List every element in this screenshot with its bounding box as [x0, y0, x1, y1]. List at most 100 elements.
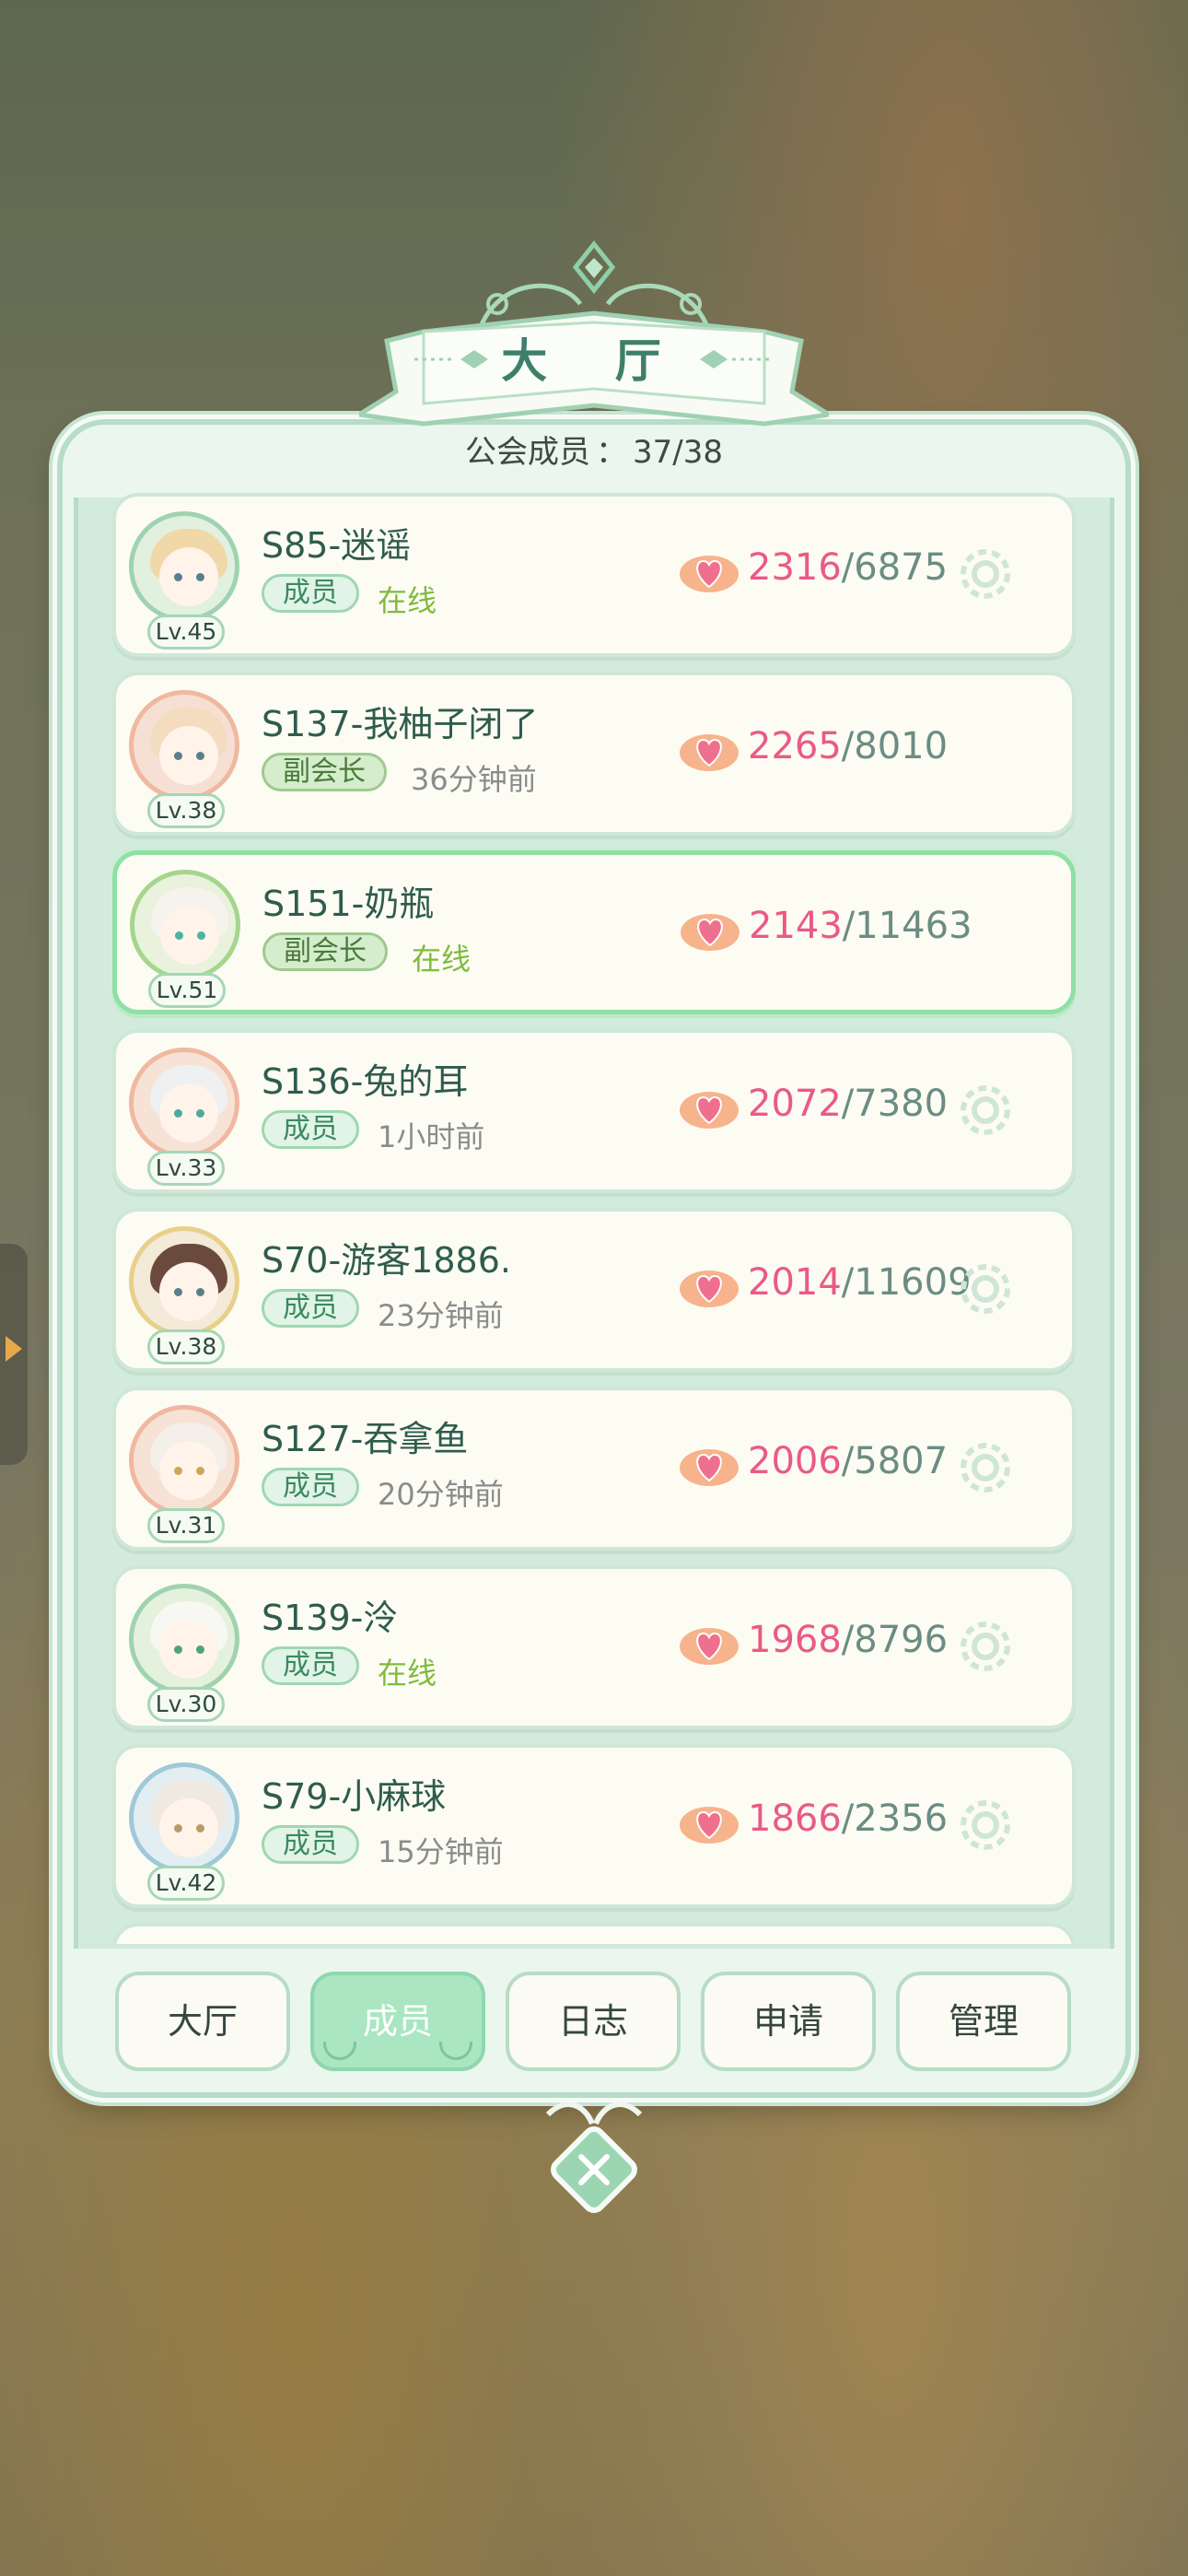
member-score: 2143/11463 — [749, 905, 973, 947]
member-card[interactable]: Lv.33 S136-兔的耳 成员 1小时前 2072/7380 — [112, 1029, 1076, 1193]
member-role-badge: 成员 — [262, 1468, 359, 1506]
member-name: S127-吞拿鱼 — [262, 1419, 469, 1459]
member-count-value: 37/38 — [633, 434, 723, 471]
member-level: Lv.30 — [147, 1687, 225, 1722]
member-name: S137-我柚子闭了 — [262, 704, 539, 744]
leaf-decoration-icon — [323, 2042, 356, 2060]
avatar — [129, 1048, 239, 1158]
tab-manage[interactable]: 管理 — [896, 1972, 1071, 2071]
member-list[interactable]: Lv.45 S85-迷谣 成员 在线 2316/6875 Lv.38 S137-… — [112, 493, 1076, 1944]
score-max: /8010 — [841, 725, 949, 767]
heart-icon — [680, 1092, 739, 1129]
tab-members-label: 成员 — [362, 2001, 433, 2042]
member-card[interactable]: Lv.42 S79-小麻球 成员 15分钟前 1866/2356 — [112, 1744, 1076, 1908]
member-score: 2316/6875 — [748, 546, 948, 589]
tab-hall[interactable]: 大厅 — [115, 1972, 290, 2071]
close-button[interactable] — [539, 2096, 649, 2225]
member-score: 2265/8010 — [748, 725, 948, 767]
score-max: /2356 — [841, 1797, 949, 1840]
member-level: Lv.31 — [147, 1508, 225, 1543]
avatar — [129, 1584, 239, 1694]
side-drawer-handle[interactable] — [0, 1244, 28, 1465]
tab-log[interactable]: 日志 — [506, 1972, 681, 2071]
heart-icon — [681, 914, 740, 951]
score-current: 2316 — [748, 546, 842, 589]
member-card[interactable]: Lv.45 S85-迷谣 成员 在线 2316/6875 — [112, 493, 1076, 657]
member-role-badge: 成员 — [262, 1825, 359, 1864]
window-title: 大 厅 — [501, 334, 687, 388]
member-card[interactable]: Lv.38 S137-我柚子闭了 副会长 36分钟前 2265/8010 — [112, 672, 1076, 836]
heart-icon — [680, 1628, 739, 1665]
side-arrow-icon — [6, 1336, 22, 1362]
member-status: 20分钟前 — [378, 1477, 504, 1512]
member-card[interactable]: Lv.30 S139-泠 成员 在线 1968/8796 — [112, 1565, 1076, 1729]
gear-icon[interactable] — [956, 1438, 1015, 1497]
heart-icon — [680, 1807, 739, 1844]
member-status: 1小时前 — [378, 1119, 485, 1154]
member-role-badge: 副会长 — [262, 932, 388, 971]
member-level: Lv.33 — [147, 1151, 225, 1186]
tab-bar: 大厅 成员 日志 申请 管理 — [115, 1972, 1073, 2075]
tab-members[interactable]: 成员 — [310, 1972, 485, 2071]
member-level: Lv.42 — [147, 1866, 225, 1901]
score-current: 2143 — [749, 905, 843, 947]
avatar — [130, 870, 240, 980]
leaf-decoration-icon — [439, 2042, 472, 2060]
avatar — [129, 1762, 239, 1873]
member-status: 在线 — [412, 942, 472, 977]
member-status: 36分钟前 — [411, 762, 537, 797]
member-card[interactable]: Lv.38 S70-游客1886. 成员 23分钟前 2014/11609 — [112, 1208, 1076, 1372]
score-max: /5807 — [841, 1440, 949, 1482]
member-status: 在线 — [378, 583, 437, 618]
member-score: 2072/7380 — [748, 1083, 948, 1125]
member-status: 23分钟前 — [378, 1298, 504, 1333]
score-max: /7380 — [841, 1083, 949, 1125]
avatar — [129, 1405, 239, 1516]
score-current: 2006 — [748, 1440, 842, 1482]
score-current: 2072 — [748, 1083, 842, 1125]
member-level: Lv.51 — [148, 973, 226, 1008]
gear-icon[interactable] — [956, 1259, 1015, 1318]
gear-icon[interactable] — [956, 544, 1015, 603]
member-role-badge: 成员 — [262, 574, 359, 613]
heart-icon — [680, 1270, 739, 1307]
member-status: 15分钟前 — [378, 1834, 504, 1869]
member-level: Lv.38 — [147, 1329, 225, 1364]
member-card-partial[interactable] — [112, 1923, 1076, 1944]
member-name: S85-迷谣 — [262, 525, 412, 566]
member-count: 公会成员： 37/38 — [0, 427, 1188, 472]
score-current: 1866 — [748, 1797, 842, 1840]
score-current: 1968 — [748, 1619, 842, 1661]
member-level: Lv.38 — [147, 793, 225, 828]
member-score: 2014/11609 — [748, 1261, 972, 1304]
member-count-separator: ： — [596, 434, 627, 471]
member-name: S151-奶瓶 — [262, 884, 435, 924]
score-max: /8796 — [841, 1619, 949, 1661]
member-score: 2006/5807 — [748, 1440, 948, 1482]
member-level: Lv.45 — [147, 615, 225, 650]
member-card-highlighted[interactable]: Lv.51 S151-奶瓶 副会长 在线 2143/11463 — [112, 850, 1076, 1014]
heart-icon — [680, 734, 739, 771]
member-count-label: 公会成员 — [465, 434, 590, 471]
member-score: 1968/8796 — [748, 1619, 948, 1661]
gear-icon[interactable] — [956, 1796, 1015, 1855]
avatar — [129, 511, 239, 622]
member-role-badge: 副会长 — [262, 753, 387, 791]
score-max: /6875 — [841, 546, 949, 589]
heart-icon — [680, 556, 739, 592]
member-role-badge: 成员 — [262, 1646, 359, 1685]
member-role-badge: 成员 — [262, 1110, 359, 1149]
member-role-badge: 成员 — [262, 1289, 359, 1328]
member-status: 在线 — [378, 1656, 437, 1691]
score-max: /11609 — [841, 1261, 972, 1304]
heart-icon — [680, 1449, 739, 1486]
gear-icon[interactable] — [956, 1081, 1015, 1140]
score-current: 2265 — [748, 725, 842, 767]
member-card[interactable]: Lv.31 S127-吞拿鱼 成员 20分钟前 2006/5807 — [112, 1387, 1076, 1551]
gear-icon[interactable] — [956, 1617, 1015, 1676]
tab-applications[interactable]: 申请 — [701, 1972, 876, 2071]
score-max: /11463 — [842, 905, 973, 947]
member-name: S79-小麻球 — [262, 1776, 447, 1817]
member-name: S136-兔的耳 — [262, 1061, 469, 1102]
member-score: 1866/2356 — [748, 1797, 948, 1840]
